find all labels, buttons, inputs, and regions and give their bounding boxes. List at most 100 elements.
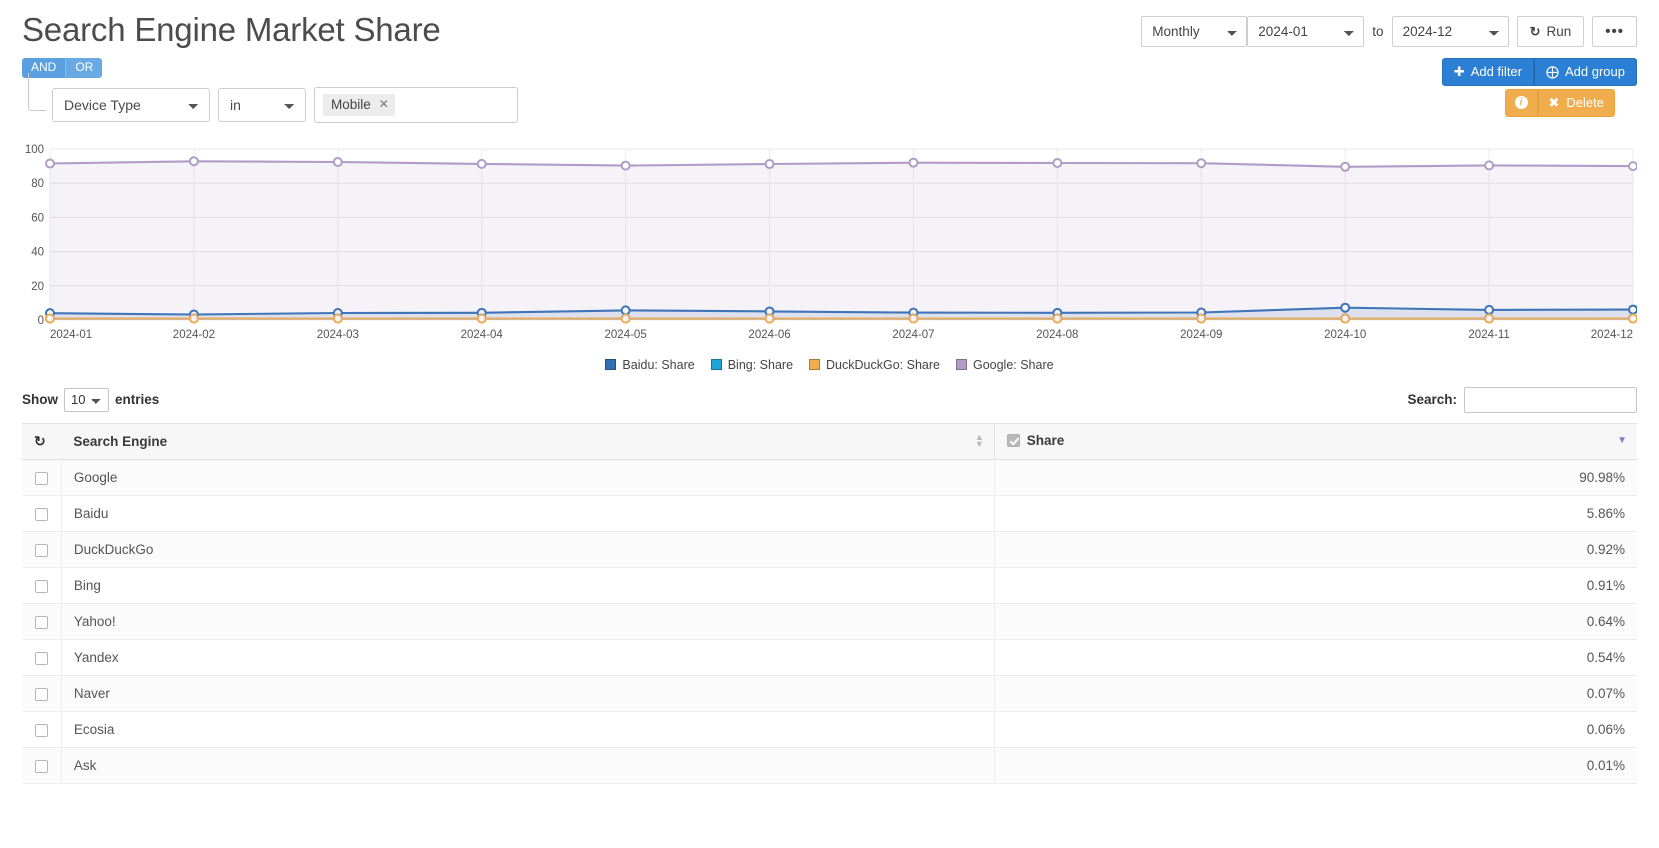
legend-label: DuckDuckGo: Share <box>826 357 940 372</box>
date-range-to-label: to <box>1372 24 1384 39</box>
table-row[interactable]: DuckDuckGo 0.92% <box>22 531 1637 568</box>
page-title: Search Engine Market Share <box>22 11 441 48</box>
table-row[interactable]: Yandex 0.54% <box>22 639 1637 676</box>
cell-share: 90.98% <box>993 459 1637 496</box>
row-checkbox[interactable] <box>34 579 48 593</box>
legend-swatch-icon <box>955 359 967 371</box>
chart-point-google[interactable] <box>1340 161 1351 172</box>
cell-search-engine: Ecosia <box>60 711 995 748</box>
row-select-cell[interactable] <box>22 495 62 532</box>
results-table-section: Show 10 entries Search: ↻ Search Engine … <box>0 386 1659 784</box>
chart-legend: Baidu: Share Bing: Share DuckDuckGo: Share… <box>22 358 1637 372</box>
chart-point-google[interactable] <box>764 158 775 169</box>
delete-filter-button[interactable]: ✖ Delete <box>1537 88 1615 117</box>
row-select-cell[interactable] <box>22 711 62 748</box>
add-group-label: Add group <box>1565 64 1625 80</box>
plus-circle-icon: ⨁ <box>1546 63 1559 79</box>
legend-item[interactable]: Baidu: Share <box>605 358 695 372</box>
row-checkbox[interactable] <box>34 543 48 557</box>
legend-item[interactable]: Bing: Share <box>710 357 794 372</box>
chart-point-google[interactable] <box>188 156 199 167</box>
row-checkbox[interactable] <box>34 471 48 485</box>
table-row[interactable]: Baidu 5.86% <box>22 495 1637 532</box>
filter-values-input[interactable]: Mobile ✕ <box>314 86 518 123</box>
table-search-control: Search: <box>1407 386 1637 413</box>
row-checkbox[interactable] <box>34 651 48 665</box>
refresh-icon: ↻ <box>1529 23 1541 39</box>
chart-point-google[interactable] <box>332 156 343 167</box>
cell-search-engine: Yandex <box>60 639 995 676</box>
logic-or-button[interactable]: OR <box>65 57 103 78</box>
refresh-icon[interactable]: ↻ <box>34 434 46 448</box>
row-checkbox[interactable] <box>34 759 48 773</box>
x-axis-tick-label: 2024-05 <box>605 329 647 341</box>
run-button[interactable]: ↻ Run <box>1516 16 1585 47</box>
chart-point-google[interactable] <box>45 158 55 169</box>
x-axis-tick-label: 2024-10 <box>1324 329 1366 341</box>
filter-logic-row: AND OR <box>22 57 1637 78</box>
filter-field-select[interactable]: Device Type <box>52 87 210 122</box>
chart-point-google[interactable] <box>908 157 919 168</box>
legend-label: Google: Share <box>972 357 1054 372</box>
granularity-select[interactable]: Monthly <box>1141 16 1248 47</box>
legend-swatch-icon <box>605 359 617 371</box>
filter-actions: ✚ Add filter ⨁ Add group <box>1441 57 1637 86</box>
sort-desc-icon: ▼ <box>1617 435 1627 447</box>
row-checkbox[interactable] <box>34 723 48 737</box>
filter-value-tag[interactable]: Mobile ✕ <box>323 93 395 116</box>
row-checkbox[interactable] <box>34 507 48 521</box>
column-label-search-engine: Search Engine <box>73 433 168 449</box>
date-to-select[interactable]: 2024-12 <box>1391 16 1509 47</box>
y-axis-tick-label: 40 <box>31 246 44 258</box>
row-select-cell[interactable] <box>22 639 62 676</box>
chart-point-google[interactable] <box>1628 160 1638 171</box>
date-from-select[interactable]: 2024-01 <box>1247 16 1365 47</box>
cell-share: 0.06% <box>993 711 1637 748</box>
row-checkbox[interactable] <box>34 615 48 629</box>
chart-point-google[interactable] <box>1052 157 1063 168</box>
cell-share: 0.92% <box>993 531 1637 568</box>
close-icon[interactable]: ✕ <box>379 97 389 111</box>
table-row[interactable]: Ecosia 0.06% <box>22 711 1637 748</box>
page-header: Search Engine Market Share Monthly 2024-… <box>0 0 1659 50</box>
row-select-cell[interactable] <box>22 459 62 496</box>
row-select-cell[interactable] <box>22 675 62 712</box>
legend-item[interactable]: DuckDuckGo: Share <box>809 358 940 372</box>
chart-point-google[interactable] <box>620 160 631 171</box>
row-select-cell[interactable] <box>22 603 62 640</box>
add-group-button[interactable]: ⨁ Add group <box>1534 57 1637 86</box>
page-length-control: Show 10 entries <box>22 387 159 412</box>
page-length-select[interactable]: 10 <box>64 387 109 412</box>
table-row[interactable]: Ask 0.01% <box>22 747 1637 784</box>
row-checkbox[interactable] <box>34 687 48 701</box>
table-row[interactable]: Bing 0.91% <box>22 567 1637 604</box>
chart-point-google[interactable] <box>1484 160 1495 171</box>
column-header-search-engine[interactable]: Search Engine ▲ ▼ <box>61 422 995 460</box>
table-row[interactable]: Google 90.98% <box>22 459 1637 496</box>
row-select-cell[interactable] <box>22 567 62 604</box>
x-axis-tick-label: 2024-09 <box>1180 329 1222 341</box>
add-filter-label: Add filter <box>1470 64 1522 80</box>
x-axis-tick-label: 2024-01 <box>50 329 92 341</box>
filter-operator-select[interactable]: in <box>218 87 306 122</box>
refresh-column-header[interactable]: ↻ <box>22 422 62 460</box>
column-header-share[interactable]: Share ▼ <box>993 422 1637 460</box>
cell-search-engine: Naver <box>60 675 995 712</box>
filter-info-button[interactable]: i <box>1504 88 1538 117</box>
y-axis-tick-label: 60 <box>31 212 44 224</box>
row-select-cell[interactable] <box>22 531 62 568</box>
table-row[interactable]: Naver 0.07% <box>22 675 1637 712</box>
share-column-checkbox[interactable] <box>1006 433 1020 447</box>
row-select-cell[interactable] <box>22 747 62 784</box>
more-options-button[interactable]: ••• <box>1592 16 1637 47</box>
table-row[interactable]: Yahoo! 0.64% <box>22 603 1637 640</box>
legend-label: Bing: Share <box>727 357 794 372</box>
search-input[interactable] <box>1464 386 1637 413</box>
legend-item[interactable]: Google: Share <box>955 357 1054 372</box>
cell-search-engine: Bing <box>60 567 995 604</box>
chart-point-google[interactable] <box>476 158 487 169</box>
add-filter-button[interactable]: ✚ Add filter <box>1441 57 1534 86</box>
times-icon: ✖ <box>1548 94 1560 110</box>
x-axis-tick-label: 2024-03 <box>317 329 359 341</box>
chart-point-google[interactable] <box>1196 157 1207 168</box>
